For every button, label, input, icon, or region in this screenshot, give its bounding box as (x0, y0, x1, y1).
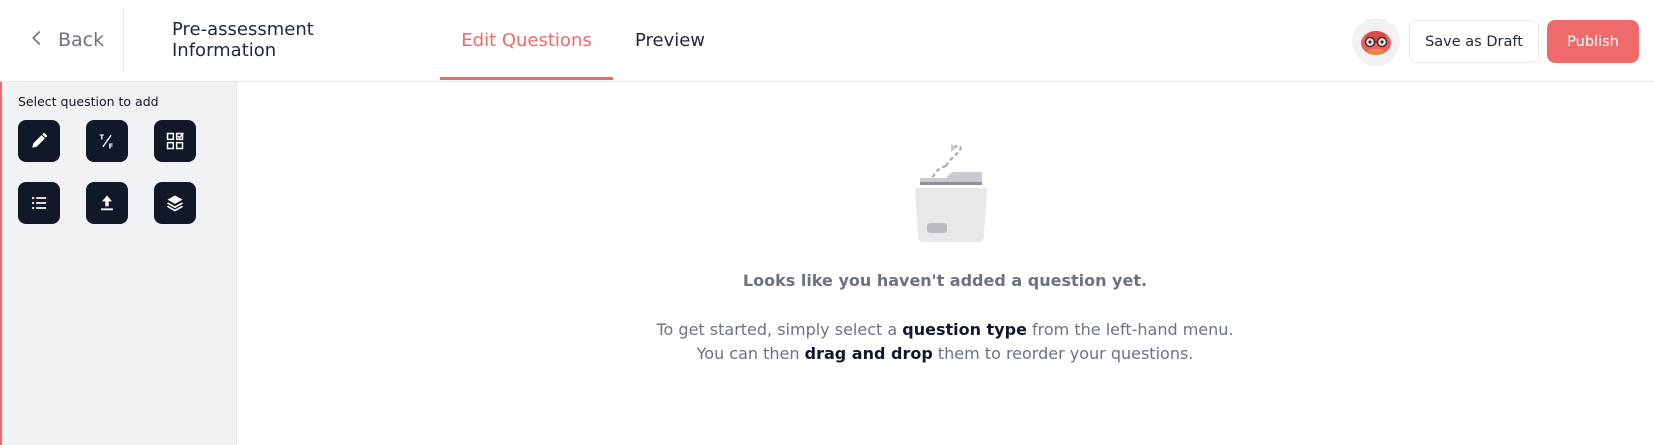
tab-label: Edit Questions (461, 29, 592, 51)
add-list-question-button[interactable] (18, 182, 60, 224)
pencil-icon (32, 132, 48, 148)
tab-preview[interactable]: Preview (632, 0, 708, 80)
question-type-sidebar: Select question to add T F (2, 82, 237, 445)
true-false-icon: T F (100, 133, 114, 151)
empty-folder-illustration-icon (915, 144, 987, 242)
sidebar-title: Select question to add (18, 94, 159, 109)
avatar[interactable] (1352, 18, 1400, 66)
tab-label: Preview (634, 29, 706, 51)
grid-check-icon (166, 132, 184, 150)
empty-state-heading: Looks like you haven't added a question … (742, 271, 1148, 290)
layers-icon (167, 195, 183, 212)
list-icon (32, 196, 47, 210)
svg-text:F: F (109, 143, 114, 151)
chevron-left-icon (28, 29, 46, 52)
tab-pre-assessment-information[interactable]: Pre-assessment Information (172, 0, 420, 80)
svg-text:T: T (100, 133, 105, 141)
back-label: Back (58, 29, 105, 51)
instruction-emphasis: question type (902, 320, 1027, 339)
add-text-question-button[interactable] (18, 120, 60, 162)
tab-label: Pre-assessment Information (172, 19, 314, 61)
instruction-text: them to reorder your questions. (932, 344, 1194, 363)
add-true-false-question-button[interactable]: T F (86, 120, 128, 162)
tab-edit-questions[interactable]: Edit Questions (440, 0, 613, 80)
avatar-character-icon (1361, 31, 1391, 55)
instruction-text: You can then (696, 344, 805, 363)
add-file-upload-question-button[interactable] (86, 182, 128, 224)
upload-icon (101, 195, 113, 211)
instruction-text: from the left-hand menu. (1026, 320, 1234, 339)
top-header: Back Pre-assessment Information Edit Que… (0, 0, 1654, 82)
back-button[interactable]: Back (28, 24, 104, 56)
empty-state-instruction-line-1: To get started, simply select a question… (236, 320, 1654, 339)
header-divider (123, 8, 124, 72)
add-question-bank-button[interactable] (154, 182, 196, 224)
add-multiple-choice-question-button[interactable] (154, 120, 196, 162)
publish-button[interactable]: Publish (1547, 20, 1639, 63)
instruction-text: To get started, simply select a (656, 320, 903, 339)
empty-state-instruction-line-2: You can then drag and drop them to reord… (236, 344, 1654, 363)
instruction-emphasis: drag and drop (804, 344, 933, 363)
save-as-draft-button[interactable]: Save as Draft (1409, 20, 1539, 63)
